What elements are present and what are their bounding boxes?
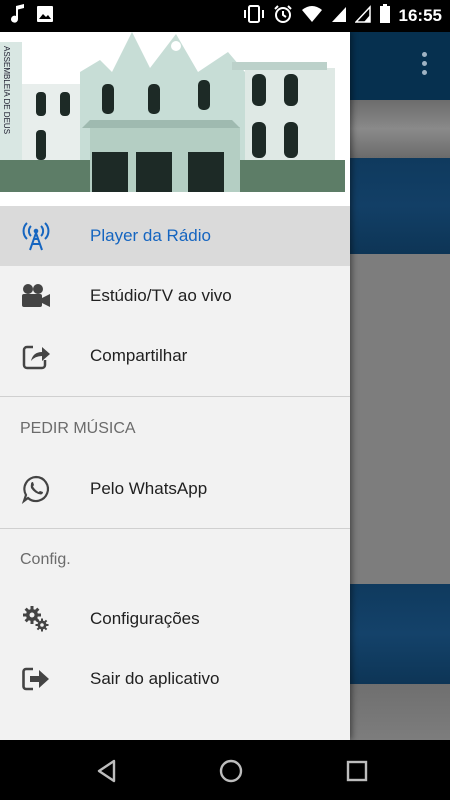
drawer-divider bbox=[0, 396, 350, 397]
drawer-item-label: Estúdio/TV ao vivo bbox=[90, 286, 232, 305]
clock-time: 16:55 bbox=[398, 6, 442, 25]
drawer-item-label: Player da Rádio bbox=[90, 226, 211, 245]
radio-tower-icon bbox=[20, 221, 52, 251]
video-camera-icon bbox=[20, 281, 52, 311]
signal-icon bbox=[331, 5, 347, 28]
wifi-icon bbox=[301, 5, 323, 28]
recents-icon[interactable] bbox=[344, 758, 370, 784]
drawer-item-label: Sair do aplicativo bbox=[90, 669, 220, 688]
drawer-item-label: Configurações bbox=[90, 609, 200, 628]
overflow-menu-icon[interactable] bbox=[422, 52, 428, 76]
drawer-item-share[interactable]: Compartilhar bbox=[0, 326, 350, 386]
status-bar: 16:55 bbox=[0, 0, 450, 32]
drawer-item-exit[interactable]: Sair do aplicativo bbox=[0, 649, 350, 709]
home-icon[interactable] bbox=[218, 758, 244, 784]
navigation-drawer: ASSEMBLEIA DE DEUS Player da Rádio Estúd… bbox=[0, 32, 350, 740]
drawer-item-studio-tv[interactable]: Estúdio/TV ao vivo bbox=[0, 266, 350, 326]
drawer-item-label: Pelo WhatsApp bbox=[90, 479, 208, 498]
drawer-divider bbox=[0, 528, 350, 529]
drawer-item-label: Compartilhar bbox=[90, 346, 188, 365]
image-icon bbox=[36, 5, 54, 28]
back-icon[interactable] bbox=[94, 758, 120, 784]
alarm-icon bbox=[273, 4, 293, 29]
signal-icon bbox=[353, 4, 371, 28]
church-building-photo: ASSEMBLEIA DE DEUS bbox=[0, 32, 350, 206]
whatsapp-icon bbox=[20, 474, 52, 504]
share-icon bbox=[20, 341, 52, 371]
music-note-icon bbox=[10, 3, 26, 29]
drawer-item-settings[interactable]: Configurações bbox=[0, 589, 350, 649]
gears-icon bbox=[20, 604, 52, 634]
vibrate-icon bbox=[243, 4, 265, 28]
drawer-header-image: ASSEMBLEIA DE DEUS bbox=[0, 32, 350, 206]
drawer-item-whatsapp[interactable]: Pelo WhatsApp bbox=[0, 459, 350, 519]
section-title-config: Config. bbox=[20, 551, 71, 568]
drawer-item-player-radio[interactable]: Player da Rádio bbox=[0, 206, 350, 266]
section-title-request-music: PEDIR MÚSICA bbox=[20, 420, 136, 437]
battery-icon bbox=[379, 3, 391, 29]
exit-icon bbox=[20, 664, 52, 694]
system-navigation-bar bbox=[0, 740, 450, 800]
building-sign-text: ASSEMBLEIA DE DEUS bbox=[2, 46, 11, 134]
